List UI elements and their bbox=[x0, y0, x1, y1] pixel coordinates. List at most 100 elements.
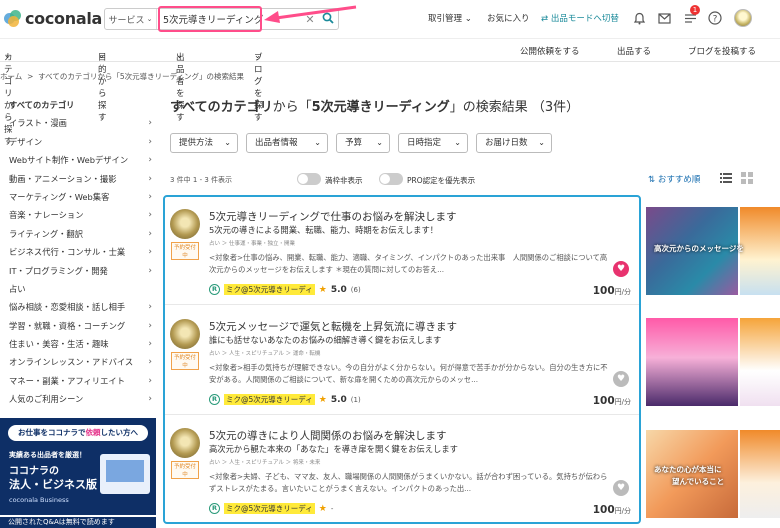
nav-favorites[interactable]: お気に入り bbox=[487, 12, 530, 24]
service-card[interactable]: 予約受付中 5次元の導きにより人間関係のお悩みを解決します 高次元から観た本来の… bbox=[165, 416, 639, 524]
sidebar-item[interactable]: 人気のご利用シーン › bbox=[0, 390, 158, 408]
service-select[interactable]: サービス ⌄ bbox=[105, 9, 157, 29]
service-title[interactable]: 5次元メッセージで運気と転機を上昇気流に導きます bbox=[209, 319, 457, 334]
reservation-badge: 予約受付中 bbox=[171, 242, 199, 260]
chevron-right-icon: › bbox=[148, 302, 152, 313]
sidebar-item[interactable]: IT・プログラミング・開発 › bbox=[0, 262, 158, 280]
avatar[interactable] bbox=[170, 428, 200, 458]
seller-name[interactable]: ミク@5次元導きリーディ bbox=[224, 284, 315, 295]
chevron-down-icon: ⌄ bbox=[4, 51, 12, 61]
service-category: 占い ＞ 人生・スピリチュアル ＞ 将来・未来 bbox=[209, 460, 321, 466]
chevron-right-icon: › bbox=[148, 247, 152, 258]
service-subtitle: 5次元の導きによる開業、転職、能力、時期をお伝えします！ bbox=[209, 225, 439, 235]
nav-transactions[interactable]: 取引管理 ⌄ bbox=[428, 12, 472, 24]
bell-icon[interactable] bbox=[631, 10, 647, 26]
filter-date[interactable]: 日時指定 ⌄ bbox=[398, 133, 468, 153]
sidebar-item[interactable]: 住まい・美容・生活・趣味 › bbox=[0, 335, 158, 353]
pro-priority-toggle[interactable] bbox=[379, 173, 403, 185]
service-card[interactable]: 予約受付中 5次元メッセージで運気と転機を上昇気流に導きます 誰にも話せないあな… bbox=[165, 307, 639, 415]
avatar[interactable] bbox=[170, 209, 200, 239]
qa-banner[interactable]: 公開されたQ&Aは無料で読めます bbox=[0, 517, 156, 528]
nav-seller-mode[interactable]: ⇄ 出品モードへ切替 bbox=[541, 12, 619, 24]
sidebar-item[interactable]: ビジネス代行・コンサル・士業 › bbox=[0, 243, 158, 261]
sidebar-item[interactable]: デザイン › bbox=[0, 133, 158, 151]
service-title[interactable]: 5次元の導きにより人間関係のお悩みを解決します bbox=[209, 428, 446, 443]
avatar[interactable] bbox=[734, 9, 752, 27]
sidebar-item[interactable]: すべてのカテゴリ bbox=[0, 96, 158, 114]
sidebar-item[interactable]: マーケティング・Web集客 › bbox=[0, 188, 158, 206]
sidebar-item-label: IT・プログラミング・開発 bbox=[9, 265, 108, 276]
rating-empty: - bbox=[330, 504, 334, 513]
service-subtitle: 誰にも話せないあなたのお悩みの細解き導く鍵をお伝えします bbox=[209, 335, 442, 345]
help-icon[interactable]: ? bbox=[707, 10, 723, 26]
sidebar-item[interactable]: ライティング・翻訳 › bbox=[0, 225, 158, 243]
sidebar-item[interactable]: Webサイト制作・Webデザイン › bbox=[0, 151, 158, 169]
sell-link[interactable]: 出品する bbox=[617, 45, 651, 57]
banner-text: ココナラの bbox=[9, 466, 59, 477]
chevron-down-icon: ⌄ bbox=[224, 138, 231, 147]
favorite-heart-icon[interactable]: ♥ bbox=[613, 371, 629, 387]
hide-full-toggle[interactable] bbox=[297, 173, 321, 185]
filter-delivery-days[interactable]: お届け日数 ⌄ bbox=[476, 133, 552, 153]
service-thumbnail[interactable]: あなたの心が本当に 望んでいること bbox=[646, 430, 780, 518]
sidebar-item[interactable]: 悩み相談・恋愛相談・話し相手 › bbox=[0, 298, 158, 316]
favorite-heart-icon[interactable]: ♥ bbox=[613, 261, 629, 277]
toggle-label: 満枠非表示 bbox=[325, 176, 363, 185]
search-icon[interactable] bbox=[318, 12, 338, 27]
sidebar-item[interactable]: 音楽・ナレーション › bbox=[0, 206, 158, 224]
service-card[interactable]: 予約受付中 5次元導きリーディングで仕事のお悩みを解決します 5次元の導きによる… bbox=[165, 197, 639, 305]
sidebar-item-label: Webサイト制作・Webデザイン bbox=[9, 155, 129, 166]
sidebar-item[interactable]: 学習・就職・資格・コーチング › bbox=[0, 317, 158, 335]
breadcrumb-current: すべてのカテゴリから「5次元導きリーディング」の検索結果 bbox=[38, 72, 245, 81]
chevron-right-icon: › bbox=[148, 357, 152, 368]
filter-budget[interactable]: 予算 ⌄ bbox=[336, 133, 390, 153]
service-thumbnail[interactable]: 高次元からのメッセージを bbox=[646, 207, 780, 295]
sidebar-item[interactable]: オンラインレッスン・アドバイス › bbox=[0, 353, 158, 371]
price: 100円/分 bbox=[592, 504, 631, 516]
avatar[interactable] bbox=[170, 319, 200, 349]
rating: 5.0 bbox=[330, 394, 347, 405]
sidebar-item[interactable]: 動画・アニメーション・撮影 › bbox=[0, 170, 158, 188]
seller-name[interactable]: ミク@5次元導きリーディ bbox=[224, 503, 315, 514]
service-thumbnail[interactable] bbox=[646, 318, 780, 406]
sidebar-item[interactable]: イラスト・漫画 › bbox=[0, 114, 158, 132]
banner-title: 法人・ビジネス版 bbox=[9, 478, 97, 491]
banner-brand: coconala Business bbox=[9, 496, 69, 504]
service-category: 占い ＞ 仕事運・事業・独立・開業 bbox=[209, 241, 295, 247]
result-count: 3 件中 1 - 3 件表示 bbox=[170, 176, 233, 184]
chevron-down-icon: ⌄ bbox=[254, 51, 262, 61]
service-description: <対象者>夫婦、子ども、ママ友、友人、職場関係の人間関係がうまくいかない。話が合… bbox=[209, 472, 608, 493]
seller-name[interactable]: ミク@5次元導きリーディ bbox=[224, 394, 315, 405]
sidebar-item-label: マーケティング・Web集客 bbox=[9, 191, 110, 202]
sidebar-item-label: オンラインレッスン・アドバイス bbox=[9, 357, 134, 368]
list-view-icon[interactable] bbox=[720, 172, 732, 184]
sidebar-item[interactable]: 占い bbox=[0, 280, 158, 298]
coconala-logo[interactable]: coconala bbox=[4, 9, 102, 28]
filter-seller-info[interactable]: 出品者情報 ⌄ bbox=[246, 133, 328, 153]
reservation-badge: 予約受付中 bbox=[171, 461, 199, 479]
favorite-heart-icon[interactable]: ♥ bbox=[613, 480, 629, 496]
sidebar-item[interactable]: マネー・副業・アフィリエイト › bbox=[0, 372, 158, 390]
rating: 5.0 bbox=[330, 284, 347, 295]
clear-icon[interactable]: ✕ bbox=[302, 13, 318, 26]
sidebar-item-label: 占い bbox=[9, 283, 26, 294]
post-request-link[interactable]: 公開依頼をする bbox=[520, 45, 580, 57]
search-results: 予約受付中 5次元導きリーディングで仕事のお悩みを解決します 5次元の導きによる… bbox=[163, 195, 641, 524]
rank-badge-icon: R bbox=[209, 284, 220, 295]
grid-view-icon[interactable] bbox=[741, 172, 753, 184]
sort-select[interactable]: ⇅ おすすめ順 bbox=[648, 173, 700, 185]
chevron-right-icon: › bbox=[148, 136, 152, 147]
mail-icon[interactable] bbox=[656, 10, 672, 26]
filter-delivery-method[interactable]: 提供方法 ⌄ bbox=[170, 133, 238, 153]
svg-text:?: ? bbox=[713, 15, 718, 25]
search-input[interactable]: 5次元導きリーディング bbox=[157, 12, 302, 26]
business-banner[interactable]: お仕事をココナラで依頼したい方へ 実績ある出品者を厳選！ ココナラの 法人・ビジ… bbox=[0, 418, 156, 515]
chevron-down-icon: ⌄ bbox=[176, 51, 184, 61]
sidebar-item-label: ビジネス代行・コンサル・士業 bbox=[9, 247, 126, 258]
price: 100円/分 bbox=[592, 285, 631, 297]
post-blog-link[interactable]: ブログを投稿する bbox=[688, 45, 756, 57]
service-title[interactable]: 5次元導きリーディングで仕事のお悩みを解決します bbox=[209, 209, 456, 224]
notification-badge: 1 bbox=[690, 5, 700, 15]
breadcrumb-home[interactable]: ホーム bbox=[0, 72, 22, 81]
sidebar-item-label: 音楽・ナレーション bbox=[9, 210, 84, 221]
